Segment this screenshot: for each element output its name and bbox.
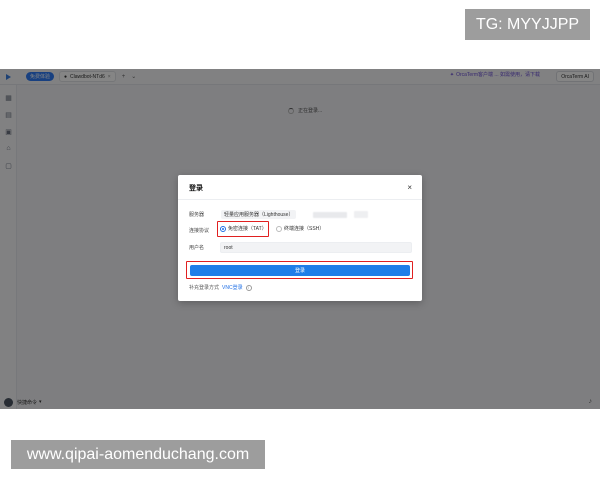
close-icon[interactable]: ×	[407, 183, 412, 192]
login-highlight-box	[186, 261, 413, 279]
tg-watermark: TG: MYYJJPP	[465, 9, 590, 40]
username-label: 用户名	[189, 245, 205, 251]
protocol-option-ssh-label: 终端连接（SSH）	[284, 226, 325, 232]
username-field[interactable]: root	[220, 242, 412, 253]
extra-login-row: 补充登录方式 VNC登录 i	[189, 284, 252, 291]
radio-unselected-icon	[276, 225, 282, 232]
vnc-login-link[interactable]: VNC登录	[222, 284, 243, 291]
screenshot-root: TG: MYYJJPP 免费体验 ● Clawdbot-NTd6 × + ⌄ ✦…	[0, 0, 600, 480]
redacted-server-ip	[354, 211, 368, 218]
dialog-divider	[178, 199, 422, 200]
info-icon[interactable]: i	[245, 284, 252, 291]
login-dialog: 登录 × 服务器 轻量应用服务器（Lighthouse） 连接协议 免密连接（T…	[178, 175, 422, 301]
tat-highlight-box	[217, 221, 269, 237]
protocol-label: 连接协议	[189, 228, 210, 234]
redacted-server-id	[313, 212, 347, 218]
server-value: 轻量应用服务器（Lighthouse）	[221, 210, 297, 219]
url-watermark: www.qipai-aomenduchang.com	[11, 440, 265, 469]
app-window: 免费体验 ● Clawdbot-NTd6 × + ⌄ ✦ OrcaTerm客户端…	[0, 69, 600, 409]
extra-login-label: 补充登录方式	[189, 285, 220, 291]
server-label: 服务器	[189, 212, 205, 218]
dialog-title: 登录	[189, 185, 203, 192]
protocol-option-ssh[interactable]: 终端连接（SSH）	[276, 225, 324, 232]
